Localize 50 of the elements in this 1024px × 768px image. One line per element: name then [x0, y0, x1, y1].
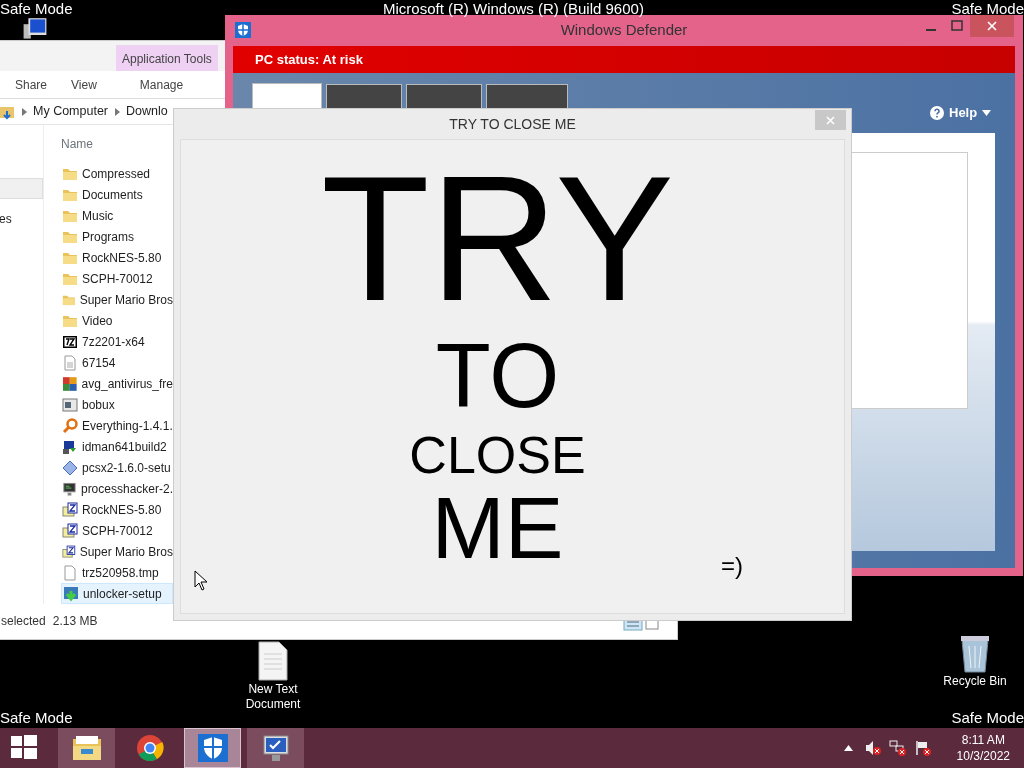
headline-text: CLOSE — [409, 427, 586, 483]
file-row[interactable]: Super Mario Bros — [61, 541, 173, 562]
file-row[interactable]: avg_antivirus_fre — [61, 373, 173, 394]
window-title: Windows Defender — [560, 20, 688, 41]
file-row[interactable]: RockNES-5.80 — [61, 247, 173, 268]
nav-item[interactable]: es — [0, 209, 43, 230]
file-row[interactable]: Super Mario Bros — [61, 289, 173, 310]
smiley-text: =) — [721, 551, 743, 581]
headline-text: TO — [435, 331, 560, 421]
file-row[interactable]: Documents — [61, 184, 173, 205]
status-banner: PC status: At risk — [233, 46, 1015, 73]
watermark-text: Safe Mode — [951, 709, 1024, 727]
context-tab[interactable]: Application Tools — [116, 45, 218, 71]
ribbon-tab[interactable]: Manage — [139, 75, 184, 94]
watermark-text: Safe Mode — [0, 709, 73, 727]
watermark-text: Safe Mode — [951, 0, 1024, 18]
file-row[interactable]: pcsx2-1.6.0-setu — [61, 457, 173, 478]
status-text: 2.13 MB — [52, 613, 98, 630]
desktop-icon-label[interactable]: Recycle Bin — [943, 674, 1007, 689]
window-title: TRY TO CLOSE ME — [449, 114, 576, 134]
file-row[interactable]: Compressed — [61, 163, 173, 184]
file-row[interactable]: 67154 — [61, 352, 173, 373]
file-row[interactable]: processhacker-2. — [61, 478, 173, 499]
file-row[interactable]: trz520958.tmp — [61, 562, 173, 583]
ribbon-tab[interactable]: View — [71, 75, 97, 94]
file-row[interactable]: unlocker-setup — [61, 583, 173, 604]
file-row[interactable]: idman641build2 — [61, 436, 173, 457]
status-text: selected — [1, 613, 46, 630]
file-row[interactable]: SCPH-70012 — [61, 268, 173, 289]
file-row[interactable]: RockNES-5.80 — [61, 499, 173, 520]
breadcrumb-item[interactable]: Downlo — [126, 102, 168, 121]
file-row[interactable]: bobux — [61, 394, 173, 415]
watermark-text: Microsoft (R) Windows (R) (Build 9600) — [383, 0, 644, 18]
file-row[interactable]: Video — [61, 310, 173, 331]
clock[interactable]: 8:11 AM 10/3/2022 — [956, 732, 1010, 764]
file-row[interactable]: SCPH-70012 — [61, 520, 173, 541]
desktop-icon-label[interactable]: New Text Document — [240, 682, 306, 712]
file-row[interactable]: Music — [61, 205, 173, 226]
ribbon-tab[interactable]: Share — [15, 75, 48, 94]
breadcrumb-item[interactable]: My Computer — [33, 102, 109, 121]
file-row[interactable]: Programs — [61, 226, 173, 247]
headline-text: ME — [431, 486, 564, 570]
help-button[interactable]: Help — [930, 103, 992, 123]
column-header[interactable]: Name — [61, 137, 93, 151]
file-row[interactable]: Everything-1.4.1. — [61, 415, 173, 436]
watermark-text: Safe Mode — [0, 0, 73, 18]
clock-date: 10/3/2022 — [956, 748, 1010, 764]
file-row[interactable]: 7z2201-x64 — [61, 331, 173, 352]
clock-time: 8:11 AM — [960, 732, 1006, 748]
headline-text: TRY — [321, 159, 674, 319]
